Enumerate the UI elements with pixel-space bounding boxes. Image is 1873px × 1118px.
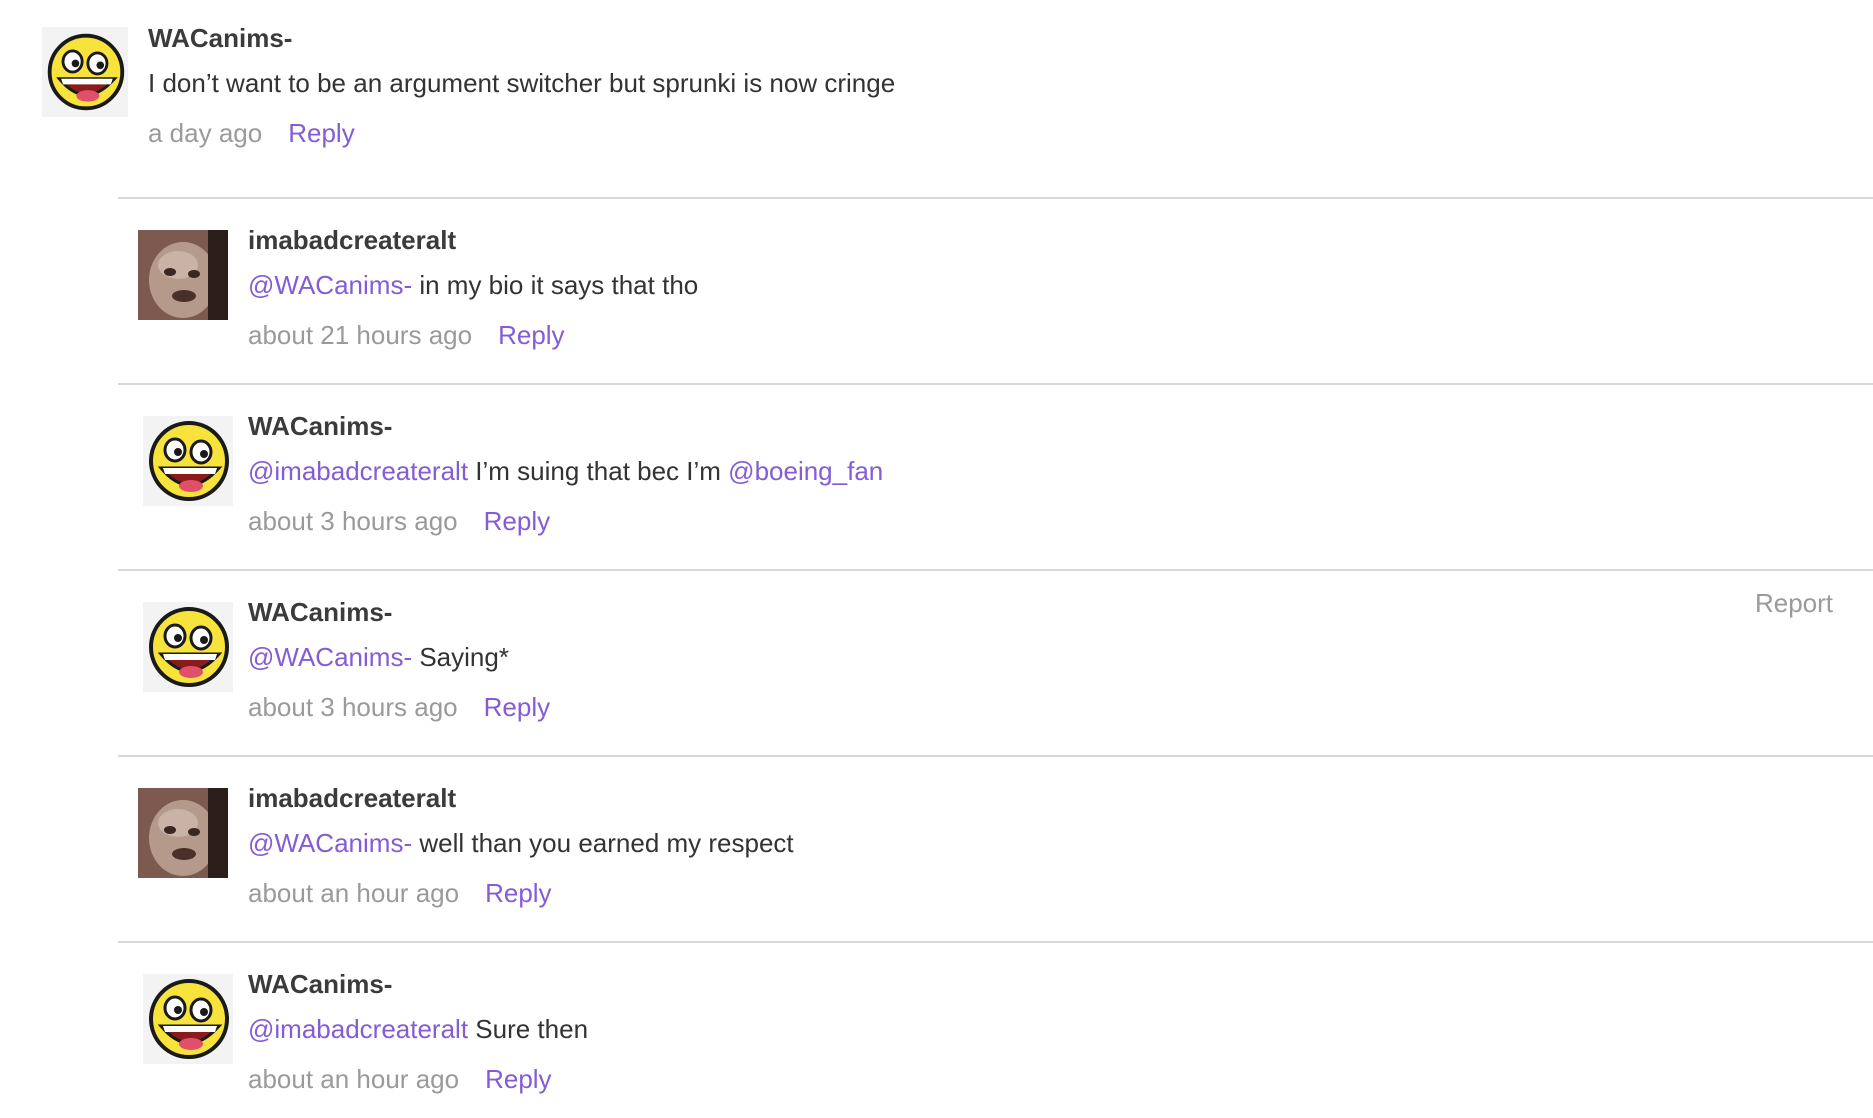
divider xyxy=(118,755,1873,757)
comment-username[interactable]: WACanims- xyxy=(248,596,550,628)
comment-meta: about an hour ago Reply xyxy=(248,1062,588,1096)
comment-meta: about 3 hours ago Reply xyxy=(248,504,883,538)
comment-username[interactable]: WACanims- xyxy=(248,410,883,442)
mention-link[interactable]: @boeing_fan xyxy=(728,456,883,486)
photo-avatar[interactable] xyxy=(138,788,228,878)
comment-text-content: I don’t want to be an argument switcher … xyxy=(148,68,896,98)
comment-text: @imabadcreateralt Sure then xyxy=(248,1012,588,1046)
awesome-face-icon xyxy=(42,27,128,117)
reply-button[interactable]: Reply xyxy=(484,506,550,536)
mention-link[interactable]: @WACanims- xyxy=(248,828,412,858)
comment-meta: about 3 hours ago Reply xyxy=(248,690,550,724)
comment-text-content: well than you earned my respect xyxy=(412,828,794,858)
comment-text: @WACanims- in my bio it says that tho xyxy=(248,268,698,302)
comment-time: a day ago xyxy=(148,118,263,148)
comment-text-content: Sure then xyxy=(468,1014,589,1044)
divider xyxy=(118,197,1873,199)
report-button[interactable]: Report xyxy=(1755,588,1833,619)
mention-link[interactable]: @WACanims- xyxy=(248,270,412,300)
reply-button[interactable]: Reply xyxy=(288,118,354,148)
comment-text-content: Saying* xyxy=(412,642,509,672)
comment-username[interactable]: WACanims- xyxy=(148,22,895,54)
photo-avatar[interactable] xyxy=(138,230,228,320)
comment-body: WACanims- @WACanims- Saying* about 3 hou… xyxy=(248,596,550,724)
comment-time: about 3 hours ago xyxy=(248,506,458,536)
comment-meta: about an hour ago Reply xyxy=(248,876,794,910)
comment-text: @WACanims- well than you earned my respe… xyxy=(248,826,794,860)
comment-body: WACanims- I don’t want to be an argument… xyxy=(148,22,895,150)
divider xyxy=(118,941,1873,943)
reply-button[interactable]: Reply xyxy=(485,878,551,908)
comment-time: about 3 hours ago xyxy=(248,692,458,722)
comment-time: about an hour ago xyxy=(248,1064,460,1094)
divider xyxy=(118,383,1873,385)
reply-button[interactable]: Reply xyxy=(485,1064,551,1094)
reply-button[interactable]: Reply xyxy=(484,692,550,722)
mention-link[interactable]: @imabadcreateralt xyxy=(248,456,468,486)
awesome-face-avatar[interactable] xyxy=(143,974,233,1064)
mention-link[interactable]: @imabadcreateralt xyxy=(248,1014,468,1044)
photo-avatar-icon xyxy=(138,230,228,320)
comment-text: @WACanims- Saying* xyxy=(248,640,550,674)
comment-username[interactable]: imabadcreateralt xyxy=(248,782,794,814)
comment-text-content: in my bio it says that tho xyxy=(412,270,699,300)
comment-time: about an hour ago xyxy=(248,878,460,908)
awesome-face-avatar[interactable] xyxy=(143,602,233,692)
comment-body: imabadcreateralt @WACanims- in my bio it… xyxy=(248,224,698,352)
comment-body: WACanims- @imabadcreateralt I’m suing th… xyxy=(248,410,883,538)
comment-meta: about 21 hours ago Reply xyxy=(248,318,698,352)
photo-avatar-icon xyxy=(138,788,228,878)
comment-meta: a day ago Reply xyxy=(148,116,895,150)
comment-username[interactable]: imabadcreateralt xyxy=(248,224,698,256)
reply-button[interactable]: Reply xyxy=(498,320,564,350)
comment-text-content: I’m suing that bec I’m xyxy=(468,456,729,486)
awesome-face-avatar[interactable] xyxy=(143,416,233,506)
divider xyxy=(118,569,1873,571)
comment-body: WACanims- @imabadcreateralt Sure then ab… xyxy=(248,968,588,1096)
awesome-face-avatar[interactable] xyxy=(42,27,128,117)
comment-text: I don’t want to be an argument switcher … xyxy=(148,66,895,100)
comment-text: @imabadcreateralt I’m suing that bec I’m… xyxy=(248,454,883,488)
awesome-face-icon xyxy=(143,416,233,506)
comment-username[interactable]: WACanims- xyxy=(248,968,588,1000)
mention-link[interactable]: @WACanims- xyxy=(248,642,412,672)
comment-time: about 21 hours ago xyxy=(248,320,473,350)
awesome-face-icon xyxy=(143,602,233,692)
comment-body: imabadcreateralt @WACanims- well than yo… xyxy=(248,782,794,910)
awesome-face-icon xyxy=(143,974,233,1064)
